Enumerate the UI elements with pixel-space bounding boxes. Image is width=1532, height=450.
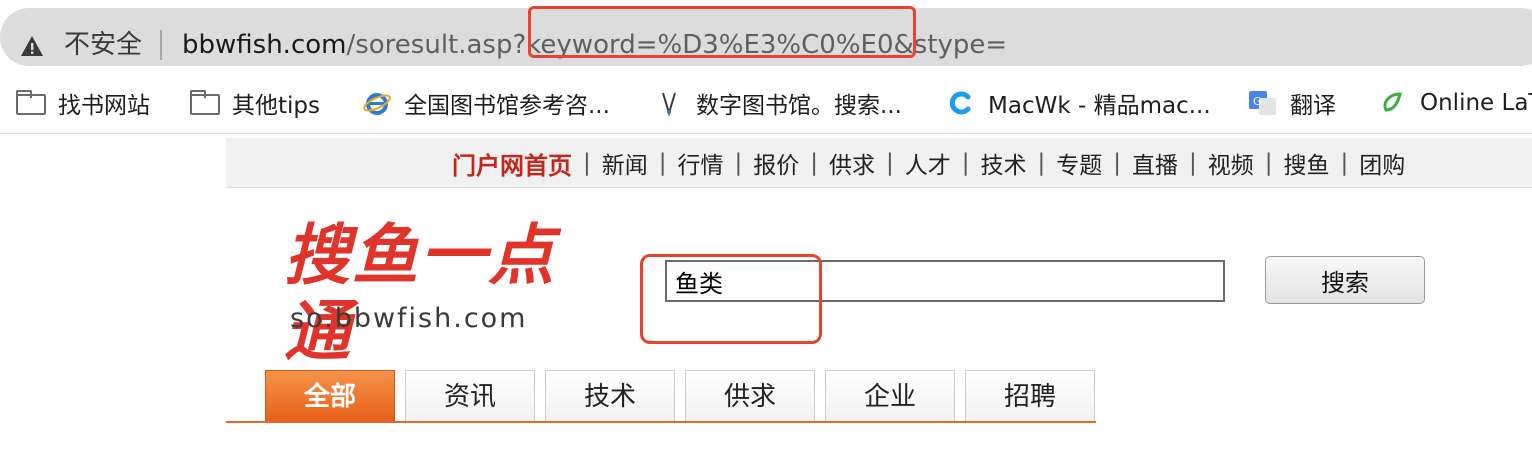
tab-4[interactable]: 企业 — [825, 370, 955, 422]
nav-link[interactable]: 技术 — [981, 146, 1027, 180]
bookmark-label: 全国图书馆参考咨... — [404, 93, 610, 119]
nav-separator: | — [1264, 150, 1273, 176]
bookmark-label: 其他tips — [232, 93, 320, 119]
nav-separator: | — [583, 150, 591, 176]
url-host: bbwfish.com — [182, 30, 347, 60]
bookmarks-bar: 找书网站 其他tips 全国图书馆参考咨... 数字图书馆。搜索... MacW… — [0, 72, 1532, 134]
annotation-box-url — [528, 6, 916, 58]
portal-nav-links: 门户网首页 | 新闻 | 行情 | 报价 | 供求 | 人才 | 技术 | 专题 | 直播 | 视频 | 搜鱼 | 团购 — [452, 138, 1405, 188]
nav-separator: | — [1037, 150, 1046, 176]
overleaf-icon — [1383, 92, 1402, 112]
nav-link[interactable]: 搜鱼 — [1284, 146, 1330, 180]
folder-icon — [190, 90, 220, 116]
tab-3[interactable]: 供求 — [685, 370, 815, 422]
nav-link[interactable]: 报价 — [753, 146, 799, 180]
annotation-box-search — [640, 254, 822, 344]
nav-separator: | — [1189, 150, 1197, 176]
bookmark-label: MacWk - 精品mac... — [988, 93, 1211, 119]
nav-separator: | — [734, 150, 743, 176]
bookmark-label: 翻译 — [1290, 93, 1336, 119]
tab-5[interactable]: 招聘 — [965, 370, 1095, 422]
ie-icon — [363, 93, 391, 115]
nav-separator: | — [1113, 150, 1121, 176]
bookmark-digital-library[interactable]: 数字图书馆。搜索... — [654, 87, 902, 119]
tab-1[interactable]: 资讯 — [405, 370, 535, 422]
warning-icon[interactable] — [20, 35, 44, 57]
address-divider — [160, 30, 162, 60]
nav-separator: | — [658, 150, 667, 176]
logo[interactable]: 搜鱼一点通 so.bbwfish.com — [284, 218, 614, 370]
category-tabs: 全部 资讯 技术 供求 企业 招聘 — [265, 370, 1105, 422]
nav-separator: | — [886, 150, 894, 176]
bookmark-library-reference[interactable]: 全国图书馆参考咨... — [362, 87, 610, 119]
nav-link[interactable]: 行情 — [678, 146, 724, 180]
folder-icon — [16, 90, 46, 116]
nav-link[interactable]: 专题 — [1056, 146, 1102, 180]
bookmark-folder-find-books[interactable]: 找书网站 — [16, 87, 150, 119]
macwk-icon — [949, 91, 971, 115]
nav-link[interactable]: 新闻 — [602, 146, 648, 180]
nav-separator: | — [1340, 150, 1349, 176]
v-icon — [662, 92, 676, 116]
logo-domain-text: so.bbwfish.com — [290, 303, 528, 334]
tab-2[interactable]: 技术 — [545, 370, 675, 422]
nav-link-portal-home[interactable]: 门户网首页 — [452, 146, 572, 181]
portal-nav-bar: 门户网首页 | 新闻 | 行情 | 报价 | 供求 | 人才 | 技术 | 专题 | 直播 | 视频 | 搜鱼 | 团购 — [226, 138, 1532, 188]
logo-main-text: 搜鱼一点通 — [284, 217, 556, 370]
nav-link[interactable]: 供求 — [829, 146, 875, 180]
nav-link[interactable]: 团购 — [1359, 146, 1405, 180]
bookmark-translate[interactable]: G 翻译 — [1248, 87, 1336, 119]
bookmark-folder-other-tips[interactable]: 其他tips — [190, 87, 320, 119]
nav-link[interactable]: 视频 — [1208, 146, 1254, 180]
nav-separator: | — [961, 150, 970, 176]
tabs-underline — [226, 421, 1096, 423]
bookmark-label: 找书网站 — [58, 93, 150, 119]
bookmark-macwk[interactable]: MacWk - 精品mac... — [946, 87, 1211, 119]
svg-text:G: G — [1253, 95, 1262, 108]
security-status[interactable]: 不安全 — [64, 28, 142, 62]
browser-toolbar: 不安全 bbwfish.com/soresult.asp?keyword=%D3… — [0, 0, 1532, 72]
nav-link[interactable]: 人才 — [905, 146, 951, 180]
nav-link[interactable]: 直播 — [1132, 146, 1178, 180]
bookmark-label: 数字图书馆。搜索... — [696, 93, 902, 119]
nav-separator: | — [810, 150, 818, 176]
search-button[interactable]: 搜索 — [1265, 256, 1425, 304]
bookmark-overleaf[interactable]: Online LaT — [1378, 87, 1532, 119]
tab-0[interactable]: 全部 — [265, 370, 395, 422]
bookmark-label: Online LaT — [1420, 90, 1532, 116]
google-translate-icon: G — [1249, 91, 1276, 115]
